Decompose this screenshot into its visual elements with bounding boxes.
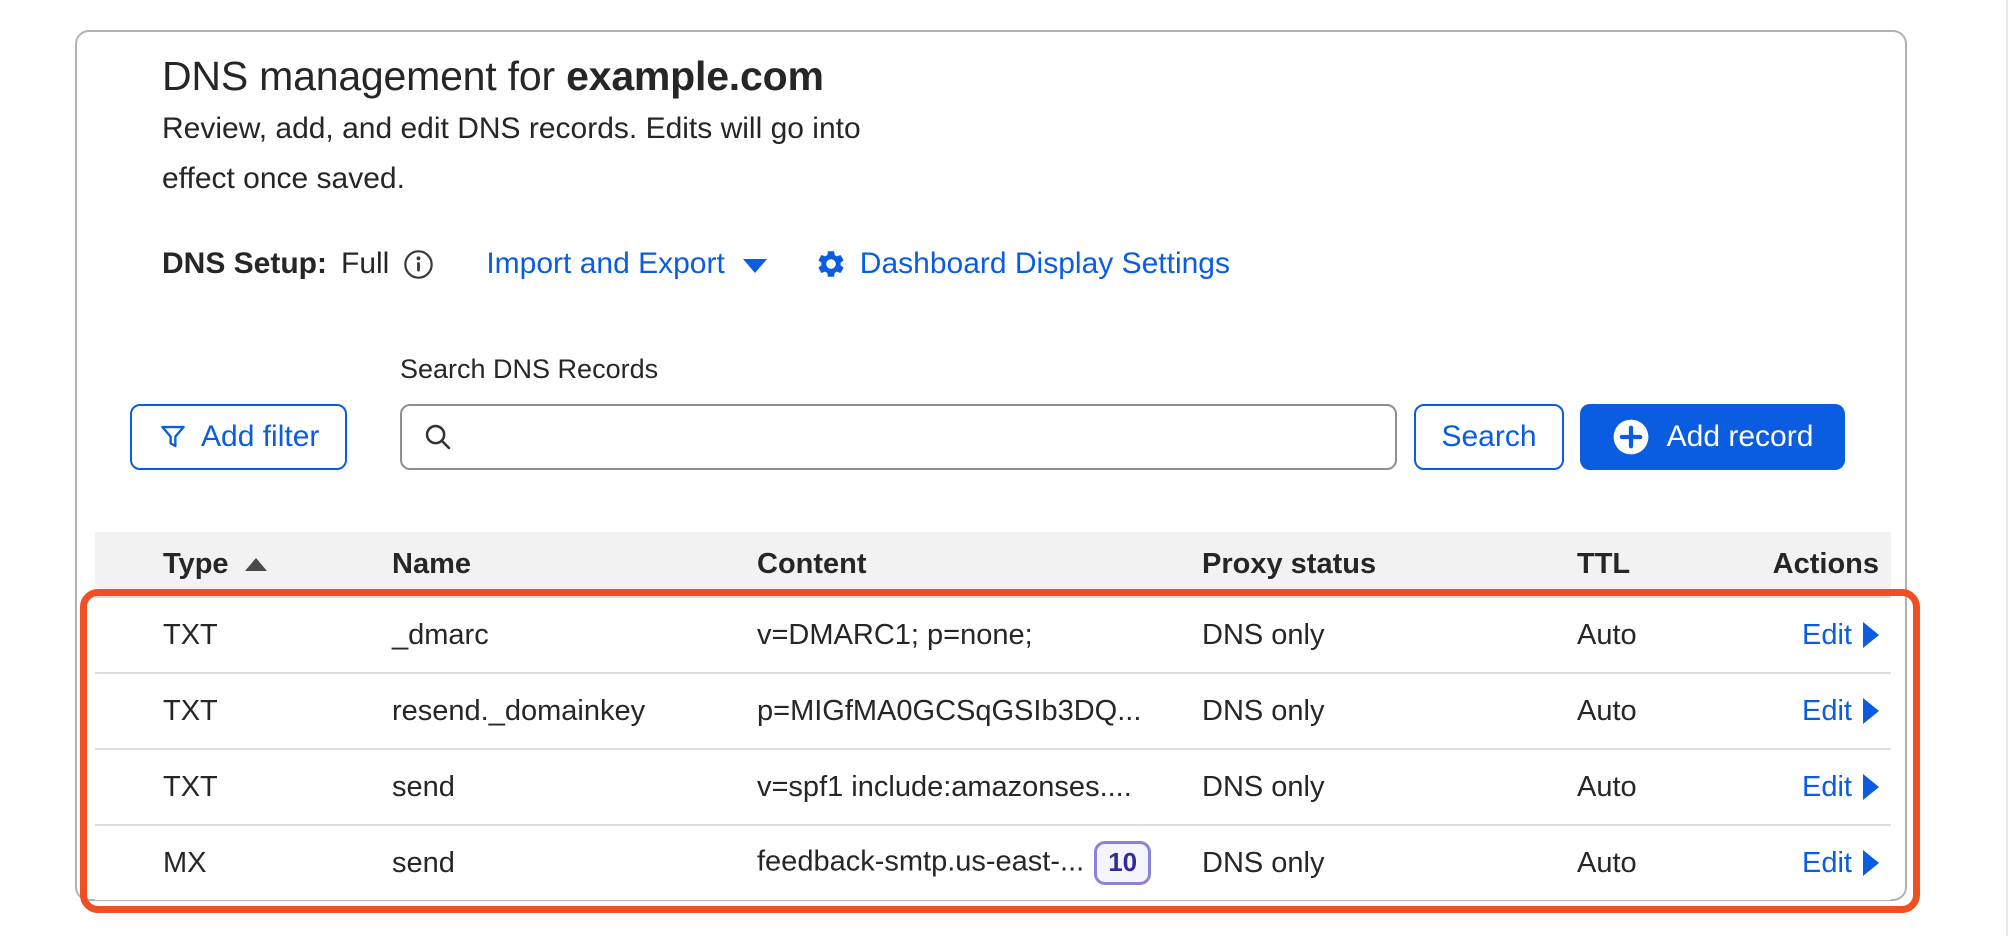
add-filter-label: Add filter xyxy=(201,420,319,454)
edit-record-link[interactable]: Edit xyxy=(1802,695,1879,728)
add-filter-button[interactable]: Add filter xyxy=(130,404,347,470)
cell-name: _dmarc xyxy=(392,619,757,652)
chevron-right-icon xyxy=(1863,850,1879,876)
dns-setup-label: DNS Setup: xyxy=(162,247,327,281)
chevron-right-icon xyxy=(1863,698,1879,724)
cell-actions: Edit xyxy=(1747,771,1891,804)
chevron-right-icon xyxy=(1863,774,1879,800)
cell-ttl: Auto xyxy=(1577,847,1747,880)
cell-type: TXT xyxy=(163,619,392,652)
cell-name: send xyxy=(392,847,757,880)
edit-record-link[interactable]: Edit xyxy=(1802,619,1879,652)
cell-name: send xyxy=(392,771,757,804)
dns-setup-row: DNS Setup: Full Import and Export Dashbo… xyxy=(162,242,1230,286)
plus-circle-icon xyxy=(1612,418,1650,456)
cell-type: TXT xyxy=(163,771,392,804)
cell-type: TXT xyxy=(163,695,392,728)
page-title-text: DNS management for xyxy=(162,53,566,99)
page-title: DNS management for example.com xyxy=(162,52,824,101)
cell-proxy-status: DNS only xyxy=(1202,695,1577,728)
search-button-label: Search xyxy=(1441,420,1536,454)
cell-content: feedback-smtp.us-east-...10 xyxy=(757,841,1202,885)
dns-setup-value: Full xyxy=(341,247,389,281)
column-header-proxy-status: Proxy status xyxy=(1202,548,1577,581)
page-subtitle: Review, add, and edit DNS records. Edits… xyxy=(162,104,867,204)
import-and-export-dropdown[interactable]: Import and Export xyxy=(486,247,766,281)
edit-record-link[interactable]: Edit xyxy=(1802,771,1879,804)
filter-funnel-icon xyxy=(158,422,188,452)
cell-actions: Edit xyxy=(1747,619,1891,652)
cell-proxy-status: DNS only xyxy=(1202,619,1577,652)
cell-ttl: Auto xyxy=(1577,619,1747,652)
table-row: TXT send v=spf1 include:amazonses.... DN… xyxy=(95,748,1891,824)
add-record-label: Add record xyxy=(1667,420,1814,454)
cell-ttl: Auto xyxy=(1577,771,1747,804)
dashboard-display-settings-link[interactable]: Dashboard Display Settings xyxy=(815,247,1230,281)
search-button[interactable]: Search xyxy=(1414,404,1564,470)
cell-actions: Edit xyxy=(1747,847,1891,880)
cell-actions: Edit xyxy=(1747,695,1891,728)
search-input[interactable] xyxy=(454,406,1395,468)
page-right-divider xyxy=(2006,0,2008,936)
cell-content: p=MIGfMA0GCSqGSIb3DQ... xyxy=(757,695,1202,728)
dns-management-card: DNS management for example.com Review, a… xyxy=(75,30,1907,901)
search-icon xyxy=(422,421,454,453)
column-header-name: Name xyxy=(392,548,757,581)
add-record-button[interactable]: Add record xyxy=(1580,404,1845,470)
dns-records-table: Type Name Content Proxy status TTL Actio… xyxy=(95,532,1891,900)
sort-ascending-icon xyxy=(245,558,267,571)
table-row: MX send feedback-smtp.us-east-...10 DNS … xyxy=(95,824,1891,900)
column-header-ttl: TTL xyxy=(1577,548,1747,581)
cell-content: v=spf1 include:amazonses.... xyxy=(757,771,1202,804)
cell-type: MX xyxy=(163,847,392,880)
chevron-right-icon xyxy=(1863,622,1879,648)
mx-priority-badge: 10 xyxy=(1094,841,1151,885)
table-row: TXT resend._domainkey p=MIGfMA0GCSqGSIb3… xyxy=(95,672,1891,748)
column-header-content: Content xyxy=(757,548,1202,581)
edit-record-link[interactable]: Edit xyxy=(1802,847,1879,880)
table-header-row: Type Name Content Proxy status TTL Actio… xyxy=(95,532,1891,596)
info-icon[interactable] xyxy=(403,249,434,280)
chevron-down-icon xyxy=(743,259,767,273)
cell-name: resend._domainkey xyxy=(392,695,757,728)
import-and-export-label: Import and Export xyxy=(486,247,724,281)
column-header-actions: Actions xyxy=(1747,548,1891,581)
page-title-domain: example.com xyxy=(566,53,824,99)
cell-ttl: Auto xyxy=(1577,695,1747,728)
cell-proxy-status: DNS only xyxy=(1202,771,1577,804)
column-header-type[interactable]: Type xyxy=(163,548,392,581)
dashboard-display-settings-label: Dashboard Display Settings xyxy=(860,247,1230,281)
gear-icon xyxy=(815,248,847,280)
cell-proxy-status: DNS only xyxy=(1202,847,1577,880)
search-input-wrapper xyxy=(400,404,1397,470)
table-row: TXT _dmarc v=DMARC1; p=none; DNS only Au… xyxy=(95,596,1891,672)
cell-content: v=DMARC1; p=none; xyxy=(757,619,1202,652)
search-dns-records-label: Search DNS Records xyxy=(400,354,658,385)
